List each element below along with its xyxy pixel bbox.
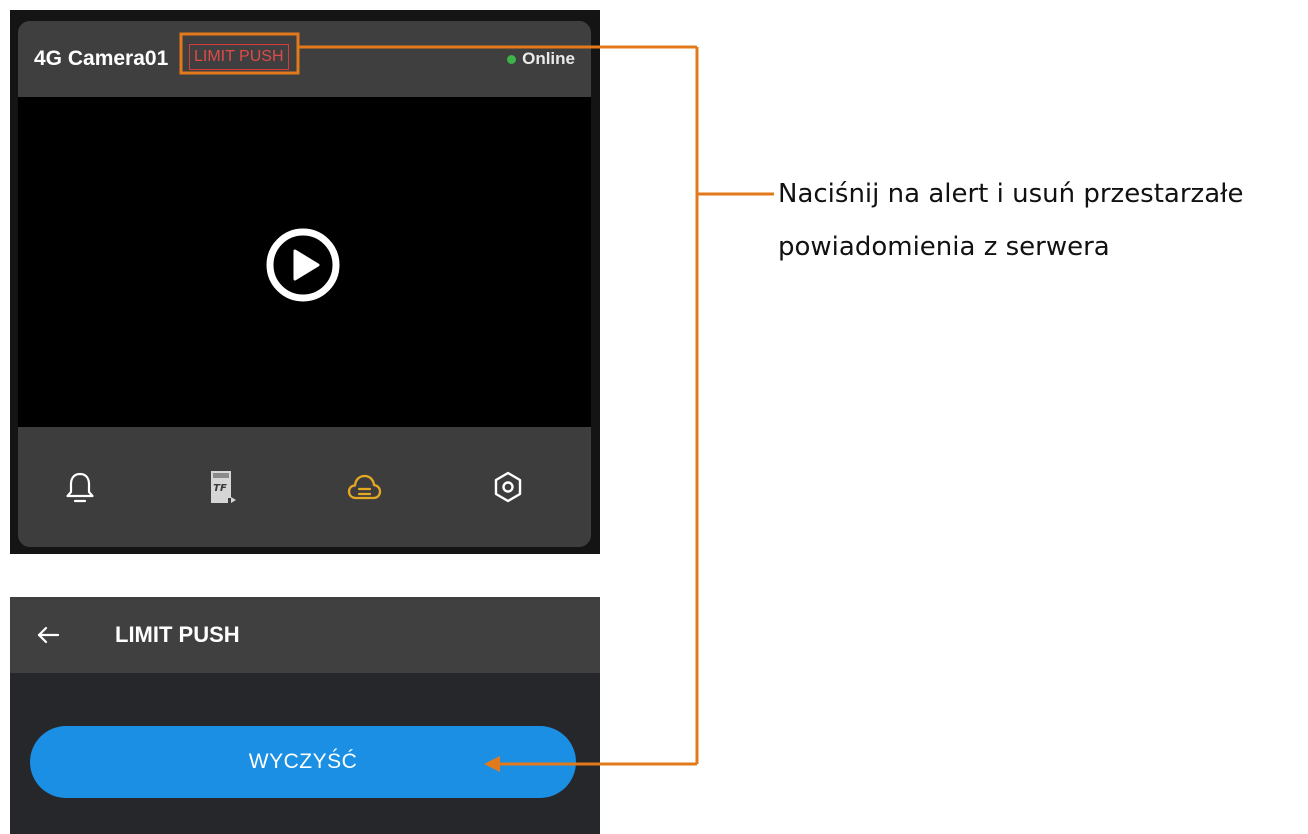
video-preview[interactable] [18, 97, 591, 427]
arrow-left-icon[interactable] [34, 621, 62, 649]
sd-card-label: TF [213, 483, 227, 494]
sd-card-icon[interactable]: TF [201, 467, 241, 507]
clear-button[interactable]: WYCZYŚĆ [30, 726, 576, 798]
camera-card-header: 4G Camera01 LIMIT PUSH Online [18, 21, 591, 97]
status-indicator: Online [507, 49, 575, 69]
annotation-text: Naciśnij na alert i usuń przestarzałe po… [778, 179, 1244, 262]
camera-card[interactable]: 4G Camera01 LIMIT PUSH Online TF [18, 21, 591, 547]
camera-list-screenshot: 4G Camera01 LIMIT PUSH Online TF [10, 10, 600, 554]
status-label: Online [522, 49, 575, 68]
camera-toolbar: TF [18, 427, 591, 547]
limit-push-badge[interactable]: LIMIT PUSH [189, 44, 289, 70]
limit-push-screenshot: LIMIT PUSH WYCZYŚĆ [10, 597, 600, 834]
camera-name: 4G Camera01 [34, 47, 169, 70]
settings-icon[interactable] [488, 467, 528, 507]
cloud-storage-icon[interactable] [344, 467, 384, 507]
online-dot-icon [507, 54, 517, 64]
limit-push-header: LIMIT PUSH [10, 597, 600, 673]
bell-icon[interactable] [60, 467, 100, 507]
play-icon[interactable] [265, 227, 341, 303]
page-title: LIMIT PUSH [115, 622, 240, 647]
